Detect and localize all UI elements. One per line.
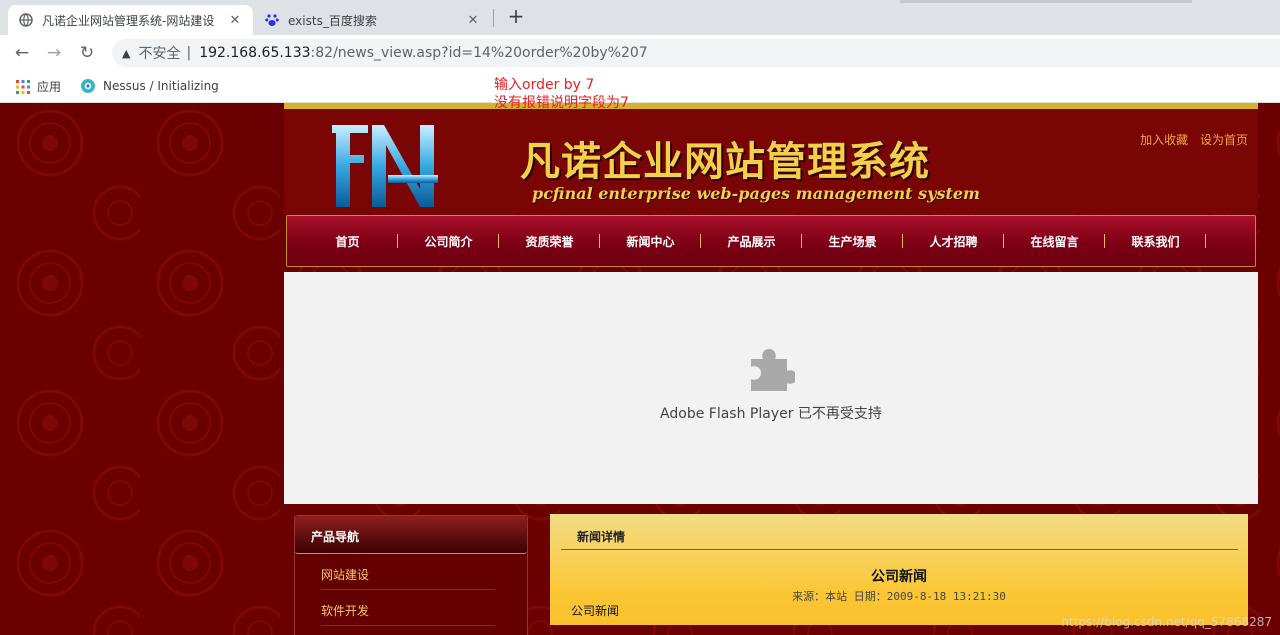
watermark: https://blog.csdn.net/qq_57868287 bbox=[1061, 615, 1272, 629]
news-section-title: 新闻详情 bbox=[561, 522, 1238, 550]
menu-item-honors[interactable]: 资质荣誉 bbox=[499, 233, 600, 250]
forward-button[interactable]: → bbox=[42, 41, 66, 65]
sidebar-title: 产品导航 bbox=[295, 516, 527, 554]
globe-icon bbox=[18, 12, 34, 28]
tab-title: 凡诺企业网站管理系统-网站建设 bbox=[42, 13, 215, 28]
web-page: 凡诺企业网站管理系统 pcfinal enterprise web-pages … bbox=[0, 103, 1280, 635]
url-path[interactable]: :82/news_view.asp?id=14%20order%20by%207 bbox=[311, 45, 648, 61]
flash-placeholder[interactable]: Adobe Flash Player 已不再受支持 bbox=[284, 272, 1258, 504]
address-bar[interactable]: ▲ 不安全 | 192.168.65.133 :82/news_view.asp… bbox=[112, 39, 1280, 67]
apps-grid-icon bbox=[16, 79, 30, 94]
site-logo[interactable] bbox=[328, 121, 446, 211]
tab-close-button[interactable]: ✕ bbox=[227, 13, 243, 28]
insecure-label[interactable]: 不安全 bbox=[138, 43, 180, 63]
sidebar-item-software[interactable]: 软件开发 bbox=[321, 602, 495, 626]
tab-strip: 凡诺企业网站管理系统-网站建设 ✕ exists_百度搜索 ✕ + bbox=[0, 0, 1280, 35]
bookmarks-bar: 应用 Nessus / Initializing bbox=[0, 71, 1280, 103]
bookmark-apps[interactable]: 应用 bbox=[16, 78, 61, 95]
menu-item-production[interactable]: 生产场景 bbox=[802, 233, 903, 250]
bookmark-nessus[interactable]: Nessus / Initializing bbox=[80, 78, 219, 94]
plugin-puzzle-icon bbox=[751, 349, 795, 391]
tab-close-button[interactable]: ✕ bbox=[465, 13, 481, 28]
url-host[interactable]: 192.168.65.133 bbox=[199, 45, 310, 61]
address-separator: | bbox=[186, 45, 192, 61]
bookmark-label: Nessus / Initializing bbox=[103, 79, 219, 93]
warning-icon[interactable]: ▲ bbox=[122, 47, 130, 60]
browser-toolbar: ← → ↻ ▲ 不安全 | 192.168.65.133 :82/news_vi… bbox=[0, 35, 1280, 71]
menu-item-about[interactable]: 公司简介 bbox=[398, 233, 499, 250]
flash-unsupported-message: Adobe Flash Player 已不再受支持 bbox=[660, 406, 882, 422]
site-title: 凡诺企业网站管理系统 bbox=[520, 138, 930, 185]
menu-item-jobs[interactable]: 人才招聘 bbox=[903, 233, 1004, 250]
sidebar-item-web[interactable]: 网站建设 bbox=[321, 566, 495, 590]
site-header: 凡诺企业网站管理系统 pcfinal enterprise web-pages … bbox=[284, 103, 1258, 214]
bookmark-label: 应用 bbox=[37, 80, 62, 94]
tab-separator bbox=[493, 9, 494, 27]
tab-baidu[interactable]: exists_百度搜索 ✕ bbox=[254, 5, 491, 35]
tab-strip-shadow bbox=[900, 0, 1192, 3]
product-sidebar: 产品导航 网站建设 软件开发 bbox=[294, 515, 528, 635]
news-title: 公司新闻 bbox=[871, 569, 927, 585]
top-links: 加入收藏 设为首页 bbox=[1132, 131, 1248, 148]
menu-item-news[interactable]: 新闻中心 bbox=[600, 233, 701, 250]
tab-active[interactable]: 凡诺企业网站管理系统-网站建设 ✕ bbox=[8, 5, 253, 35]
back-button[interactable]: ← bbox=[10, 41, 34, 65]
annotation-note: 输入order by 7 没有报错说明字段为7 bbox=[494, 76, 629, 112]
annotation-line: 输入order by 7 bbox=[494, 77, 595, 93]
menu-item-contact[interactable]: 联系我们 bbox=[1105, 233, 1206, 250]
nessus-icon bbox=[80, 78, 96, 94]
main-menu: 首页 公司简介 资质荣誉 新闻中心 产品展示 生产场景 人才招聘 在线留言 联系… bbox=[286, 215, 1256, 267]
news-body: 公司新闻 bbox=[571, 604, 620, 618]
menu-item-home[interactable]: 首页 bbox=[297, 233, 398, 250]
annotation-line: 没有报错说明字段为7 bbox=[494, 95, 629, 111]
menu-item-guestbook[interactable]: 在线留言 bbox=[1004, 233, 1105, 250]
tab-title: exists_百度搜索 bbox=[288, 13, 377, 28]
set-homepage-link[interactable]: 设为首页 bbox=[1200, 133, 1248, 147]
new-tab-button[interactable]: + bbox=[506, 6, 526, 27]
baidu-paw-icon bbox=[264, 12, 280, 28]
menu-item-products[interactable]: 产品展示 bbox=[701, 233, 802, 250]
news-panel: 新闻详情 公司新闻 来源：本站 日期：2009-8-18 13:21:30 公司… bbox=[550, 514, 1248, 625]
add-favorite-link[interactable]: 加入收藏 bbox=[1140, 133, 1188, 147]
site-subtitle: pcfinal enterprise web-pages management … bbox=[532, 184, 980, 203]
reload-button[interactable]: ↻ bbox=[75, 41, 99, 65]
news-meta: 来源：本站 日期：2009-8-18 13:21:30 bbox=[792, 590, 1006, 603]
